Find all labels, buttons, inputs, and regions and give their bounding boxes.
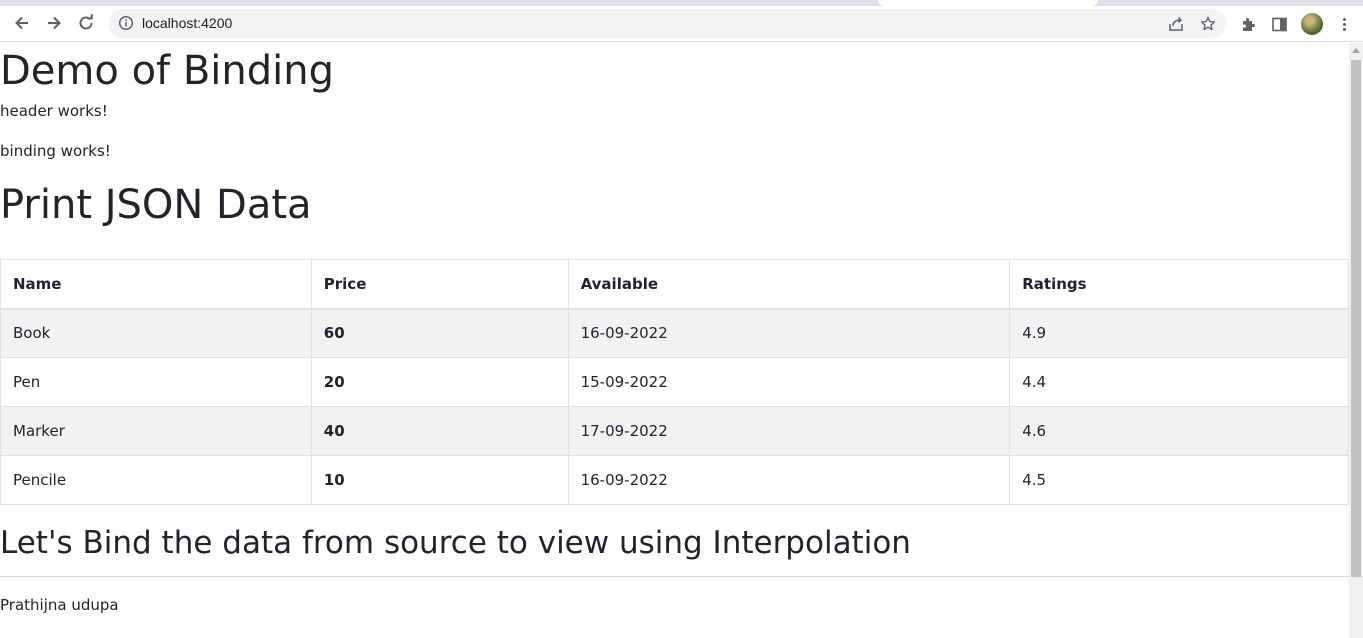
cell-name: Marker — [0, 406, 312, 456]
cell-rating: 4.4 — [1009, 357, 1349, 407]
cell-price: 60 — [310, 308, 569, 358]
table-row: Book 60 16-09-2022 4.9 — [0, 308, 1349, 358]
page-title: Demo of Binding — [0, 48, 334, 94]
arrow-left-icon — [15, 16, 28, 30]
menu-button[interactable] — [1332, 12, 1356, 36]
cell-name: Pencile — [0, 455, 312, 505]
binding-text: binding works! — [0, 142, 111, 160]
cell-price: 20 — [310, 357, 569, 407]
arrow-right-icon — [48, 16, 61, 30]
reload-button[interactable] — [71, 8, 101, 38]
kebab-menu-icon — [1342, 17, 1346, 31]
products-table: Name Price Available Ratings Book 60 16-… — [0, 259, 1349, 505]
cell-rating: 4.6 — [1009, 406, 1349, 456]
cell-available: 16-09-2022 — [567, 308, 1011, 358]
vertical-scrollbar[interactable] — [1349, 43, 1363, 638]
url-text[interactable]: localhost:4200 — [142, 15, 232, 31]
column-header-name: Name — [0, 259, 312, 310]
page-viewport: Demo of Binding header works! binding wo… — [0, 43, 1349, 638]
cell-price: 10 — [310, 455, 569, 505]
column-header-ratings: Ratings — [1009, 259, 1349, 310]
header-text: header works! — [0, 102, 108, 120]
cell-name: Book — [0, 308, 312, 358]
table-row: Marker 40 17-09-2022 4.6 — [0, 406, 1349, 456]
interpolation-heading: Let's Bind the data from source to view … — [0, 525, 911, 561]
profile-avatar[interactable] — [1301, 13, 1323, 35]
cell-available: 17-09-2022 — [567, 406, 1011, 456]
table-header-row: Name Price Available Ratings — [0, 259, 1349, 310]
scroll-up-arrow[interactable] — [1352, 48, 1360, 53]
reload-icon — [79, 14, 93, 30]
address-bar[interactable]: localhost:4200 — [108, 9, 1226, 38]
cell-name: Pen — [0, 357, 312, 407]
table-row: Pencile 10 16-09-2022 4.5 — [0, 455, 1349, 505]
column-header-price: Price — [310, 259, 569, 310]
bookmark-button[interactable] — [1198, 14, 1218, 34]
cell-rating: 4.9 — [1009, 308, 1349, 358]
share-button[interactable] — [1166, 14, 1186, 34]
side-panel-icon — [1271, 17, 1287, 31]
table-row: Pen 20 15-09-2022 4.4 — [0, 357, 1349, 407]
scrollbar-thumb[interactable] — [1351, 60, 1361, 577]
info-icon[interactable] — [118, 15, 134, 31]
column-header-available: Available — [567, 259, 1011, 310]
side-panel-button[interactable] — [1267, 12, 1291, 36]
star-icon — [1200, 16, 1216, 31]
cell-price: 40 — [310, 406, 569, 456]
share-icon — [1169, 16, 1183, 31]
puzzle-icon — [1242, 17, 1255, 31]
author-name: Prathijna udupa — [0, 596, 119, 614]
forward-button[interactable] — [39, 8, 69, 38]
cell-rating: 4.5 — [1009, 455, 1349, 505]
section-title: Print JSON Data — [0, 182, 312, 228]
cell-available: 16-09-2022 — [567, 455, 1011, 505]
cell-available: 15-09-2022 — [567, 357, 1011, 407]
extensions-button[interactable] — [1236, 12, 1260, 36]
back-button[interactable] — [7, 8, 37, 38]
browser-toolbar: localhost:4200 — [0, 6, 1363, 42]
divider — [0, 576, 1349, 577]
